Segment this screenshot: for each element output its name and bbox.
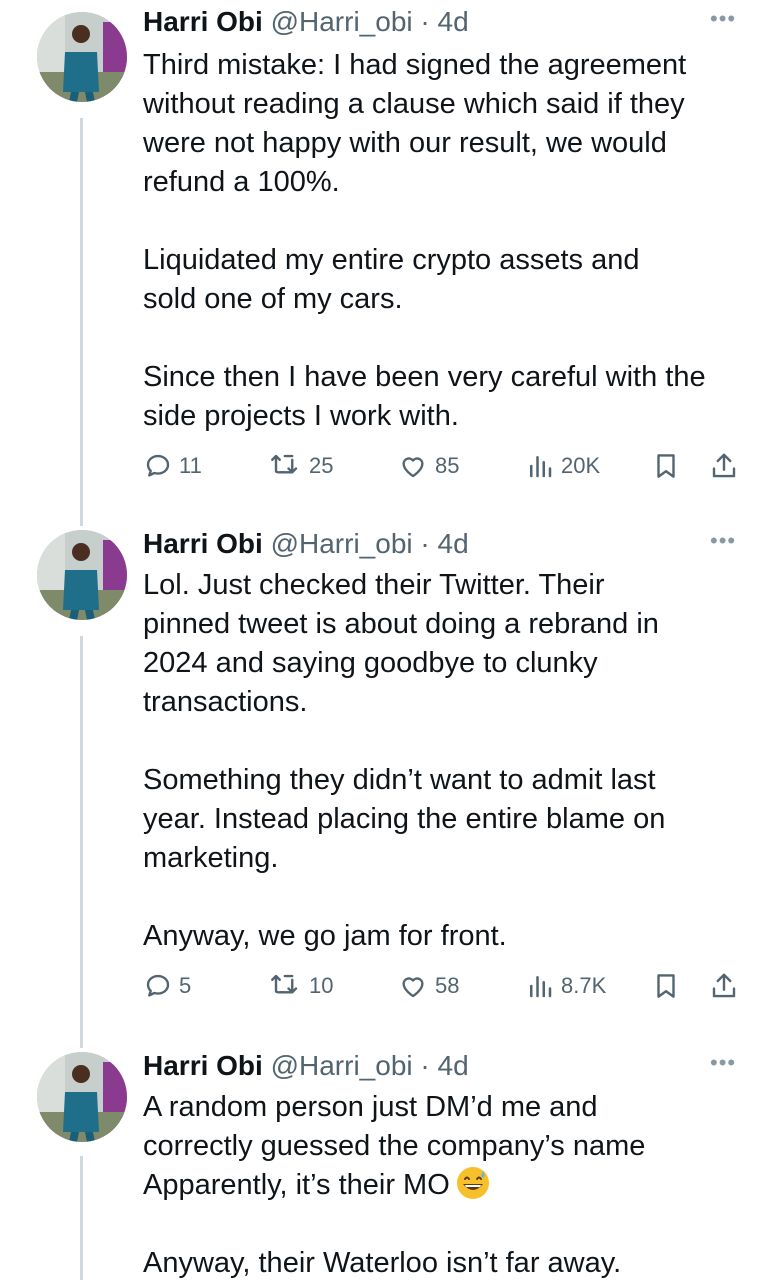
views-button[interactable]: 8.7K <box>525 966 606 1006</box>
text-line: Anyway, their Waterloo isn’t far away. <box>143 1247 622 1279</box>
like-icon <box>402 457 424 478</box>
avatar-photo <box>37 530 127 620</box>
views-icon <box>530 456 552 478</box>
text-line: A random person just DM’d me and <box>143 1091 598 1123</box>
tweet-text: A random person just DM’d me and correct… <box>143 1088 753 1283</box>
avatar[interactable] <box>37 1052 127 1142</box>
views-count: 20K <box>561 453 601 478</box>
author-name[interactable]: Harri Obi <box>143 528 263 559</box>
share-icon <box>712 453 736 478</box>
like-count: 58 <box>435 973 460 998</box>
tweet-header: Harri Obi @Harri_obi · 4d <box>143 1048 469 1084</box>
share-button[interactable] <box>709 446 739 486</box>
views-count: 8.7K <box>561 973 607 998</box>
text-line: Liquidated my entire crypto assets and <box>143 244 640 276</box>
tweet-header: Harri Obi @Harri_obi · 4d <box>143 4 469 40</box>
bookmark-button[interactable] <box>651 446 681 486</box>
tweet[interactable]: Harri Obi @Harri_obi · 4d ••• Lol. Just … <box>0 518 782 1018</box>
share-icon <box>712 973 736 998</box>
author-handle[interactable]: @Harri_obi <box>271 528 413 559</box>
action-bar: 11 25 85 20K <box>143 446 743 486</box>
bookmark-icon <box>657 454 675 478</box>
reply-count: 11 <box>179 453 202 478</box>
tweet[interactable]: Harri Obi @Harri_obi · 4d ••• A random p… <box>0 1040 782 1280</box>
views-icon <box>530 976 552 998</box>
text-line: Apparently, it’s their MO <box>143 1166 753 1205</box>
reply-count: 5 <box>179 973 192 998</box>
like-button[interactable]: 85 <box>397 446 459 486</box>
retweet-button[interactable]: 25 <box>269 446 333 486</box>
avatar-photo <box>37 12 127 102</box>
text-line: marketing. <box>143 842 279 874</box>
avatar[interactable] <box>37 530 127 620</box>
action-bar: 5 10 58 8.7K <box>143 966 743 1006</box>
text-line: sold one of my cars. <box>143 283 403 315</box>
grinning-sweat-emoji <box>456 1166 490 1200</box>
text-line: Something they didn’t want to admit last <box>143 764 656 796</box>
text-line: were not happy with our result, we would <box>143 127 667 159</box>
text-line: Since then I have been very careful with… <box>143 361 706 393</box>
more-icon[interactable]: ••• <box>710 528 736 554</box>
more-icon[interactable]: ••• <box>710 1050 736 1076</box>
text-line: pinned tweet is about doing a rebrand in <box>143 608 659 640</box>
reply-icon <box>146 454 170 477</box>
author-name[interactable]: Harri Obi <box>143 6 263 37</box>
author-name[interactable]: Harri Obi <box>143 1050 263 1081</box>
retweet-button[interactable]: 10 <box>269 966 333 1006</box>
separator-dot: · <box>412 1050 438 1081</box>
avatar-photo <box>37 1052 127 1142</box>
separator-dot: · <box>412 528 438 559</box>
author-handle[interactable]: @Harri_obi <box>271 6 413 37</box>
retweet-count: 25 <box>309 453 334 478</box>
avatar[interactable] <box>37 12 127 102</box>
text-line: without reading a clause which said if t… <box>143 88 685 120</box>
like-button[interactable]: 58 <box>397 966 459 1006</box>
reply-button[interactable]: 5 <box>143 966 191 1006</box>
tweet-text: Lol. Just checked their Twitter. Their p… <box>143 566 753 956</box>
text-line: year. Instead placing the entire blame o… <box>143 803 666 835</box>
text-line: 2024 and saying goodbye to clunky <box>143 647 598 679</box>
tweet-text: Third mistake: I had signed the agreemen… <box>143 46 753 436</box>
like-count: 85 <box>435 453 460 478</box>
more-icon[interactable]: ••• <box>710 6 736 32</box>
like-icon <box>402 977 424 998</box>
views-button[interactable]: 20K <box>525 446 600 486</box>
reply-button[interactable]: 11 <box>143 446 202 486</box>
tweet[interactable]: Harri Obi @Harri_obi · 4d ••• Third mist… <box>0 0 782 510</box>
tweet-header: Harri Obi @Harri_obi · 4d <box>143 526 469 562</box>
text-line: refund a 100%. <box>143 166 340 198</box>
text-line: correctly guessed the company’s name <box>143 1130 646 1162</box>
bookmark-button[interactable] <box>651 966 681 1006</box>
separator-dot: · <box>412 6 438 37</box>
reply-icon <box>146 974 170 997</box>
share-button[interactable] <box>709 966 739 1006</box>
timestamp[interactable]: 4d <box>438 528 469 559</box>
bookmark-icon <box>657 974 675 998</box>
retweet-icon <box>271 974 298 994</box>
text-fragment: Apparently, it’s their MO <box>143 1169 450 1201</box>
timestamp[interactable]: 4d <box>438 1050 469 1081</box>
text-line: transactions. <box>143 686 308 718</box>
text-line: Anyway, we go jam for front. <box>143 920 507 952</box>
text-line: side projects I work with. <box>143 400 459 432</box>
text-line: Third mistake: I had signed the agreemen… <box>143 49 687 81</box>
author-handle[interactable]: @Harri_obi <box>271 1050 413 1081</box>
timestamp[interactable]: 4d <box>438 6 469 37</box>
retweet-icon <box>271 454 298 474</box>
retweet-count: 10 <box>309 973 334 998</box>
text-line: Lol. Just checked their Twitter. Their <box>143 569 605 601</box>
